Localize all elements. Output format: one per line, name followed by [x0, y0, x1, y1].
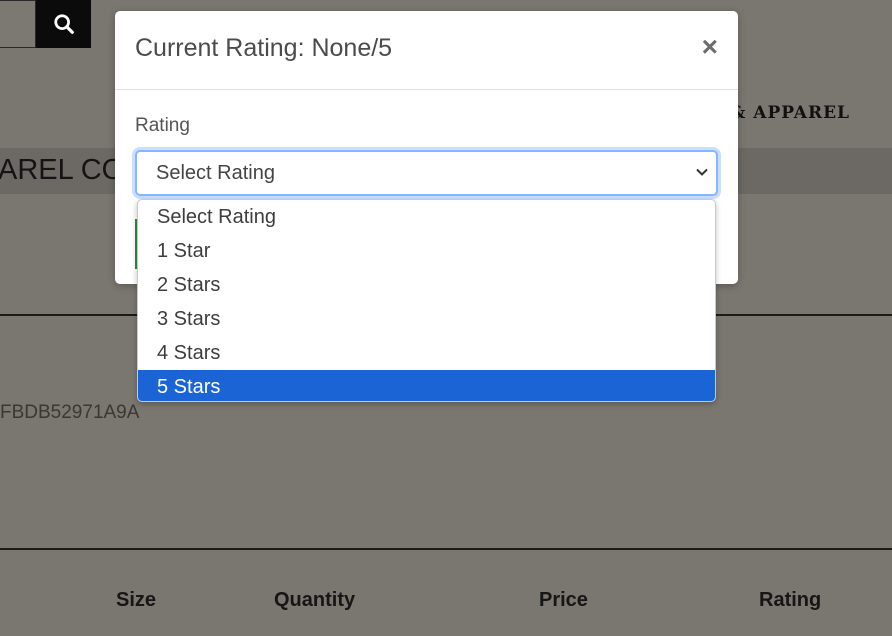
option-2-stars[interactable]: 2 Stars: [138, 268, 715, 302]
order-id: FBDB52971A9A: [0, 402, 140, 423]
divider: [0, 548, 892, 550]
option-5-stars[interactable]: 5 Stars: [138, 370, 715, 401]
modal-title: Current Rating: None/5: [135, 34, 393, 62]
option-3-stars[interactable]: 3 Stars: [138, 302, 715, 336]
search-button: [36, 0, 91, 48]
chevron-down-icon: [696, 168, 708, 176]
rating-dropdown-list: Select Rating 1 Star 2 Stars 3 Stars 4 S…: [137, 199, 716, 402]
option-1-star[interactable]: 1 Star: [138, 234, 715, 268]
search-icon: [53, 14, 74, 34]
brand-text: & APPAREL: [730, 103, 851, 123]
modal-header: Current Rating: None/5 ×: [115, 11, 738, 90]
rating-select[interactable]: Select Rating: [135, 150, 718, 196]
close-button[interactable]: ×: [702, 33, 718, 61]
column-header-price: Price: [539, 589, 588, 611]
option-select-rating[interactable]: Select Rating: [138, 200, 715, 234]
rating-select-value: Select Rating: [156, 161, 275, 184]
column-header-size: Size: [116, 589, 157, 611]
option-4-stars[interactable]: 4 Stars: [138, 336, 715, 370]
rating-label: Rating: [135, 115, 190, 136]
category-band-text: AREL CO: [0, 154, 125, 186]
column-header-quantity: Quantity: [274, 589, 356, 611]
column-header-rating: Rating: [759, 589, 822, 611]
search-input: [0, 0, 36, 48]
